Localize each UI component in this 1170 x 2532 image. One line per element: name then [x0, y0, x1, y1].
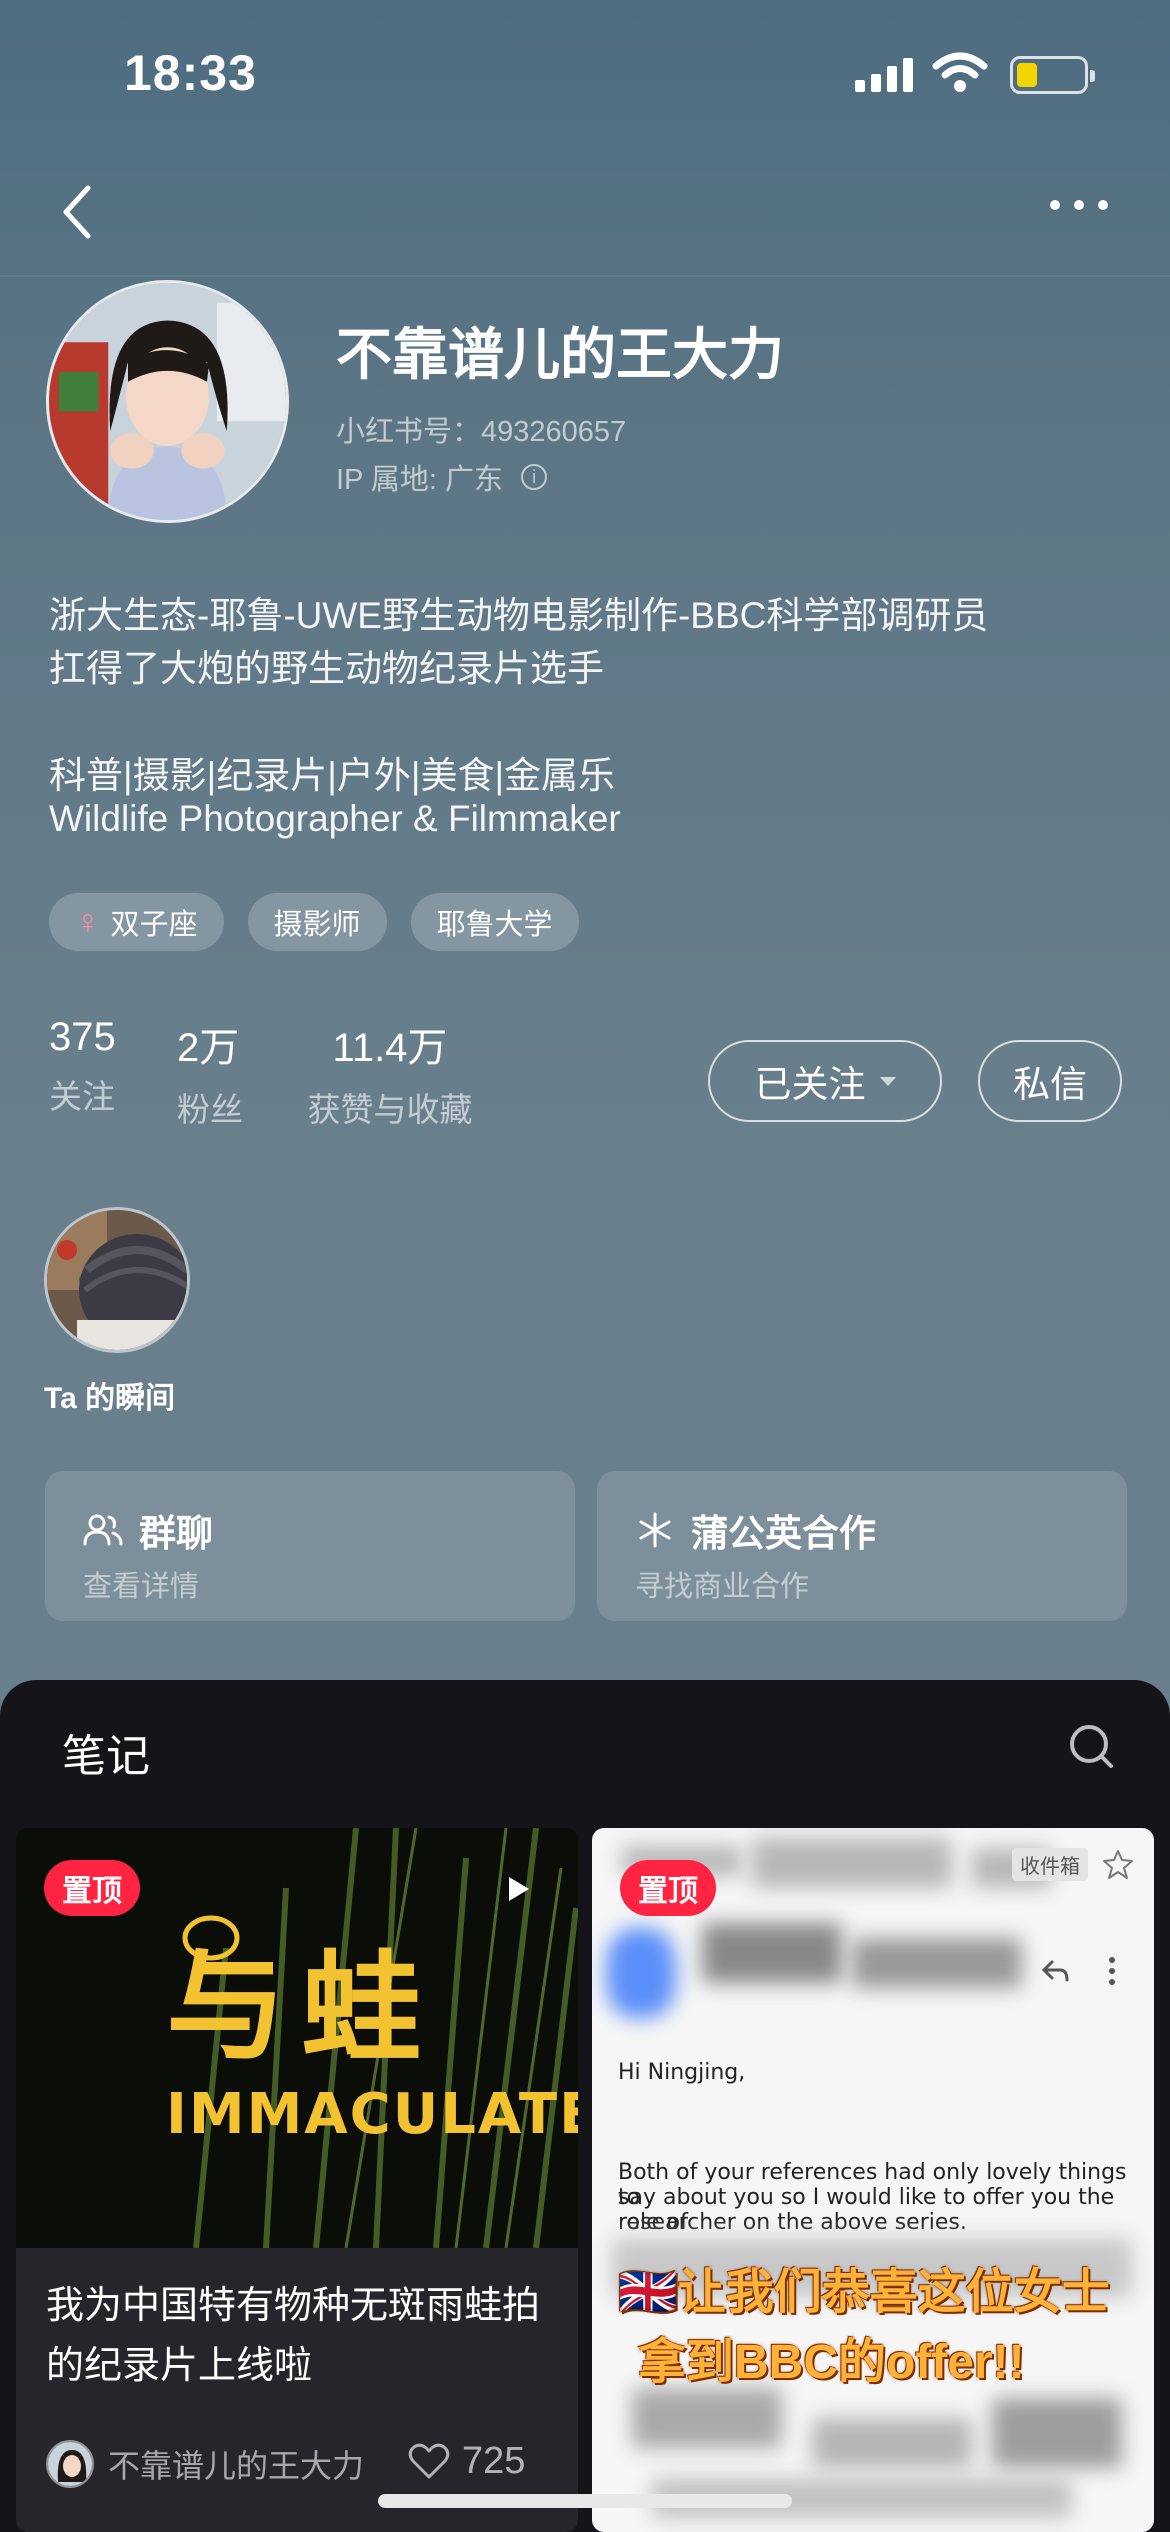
author-name: 不靠谱儿的王大力 [108, 2448, 365, 2484]
like-count-value: 725 [462, 2440, 526, 2482]
svg-text:与: 与 [166, 1938, 286, 2077]
email-body-line: researcher on the above series. [618, 2210, 967, 2235]
moment-thumbnail[interactable] [44, 1207, 190, 1353]
stat-following[interactable]: 375 关注 [49, 1015, 116, 1118]
home-indicator[interactable] [378, 2494, 792, 2508]
card-subtitle: 寻找商业合作 [635, 1571, 810, 1603]
promo-line: 拿到BBC的offer!! [638, 2336, 1025, 2389]
caret-down-icon [879, 1076, 896, 1086]
note-author[interactable]: 不靠谱儿的王大力 [46, 2440, 364, 2488]
following-button[interactable]: 已关注 [708, 1040, 942, 1122]
stat-label: 关注 [49, 1078, 115, 1115]
pinned-badge: 置顶 [44, 1860, 140, 1916]
profile-tags: ♀ 双子座 摄影师 耶鲁大学 [49, 893, 579, 951]
stat-likes-collections[interactable]: 11.4万 获赞与收藏 [300, 1015, 480, 1131]
star-icon [1103, 1850, 1133, 1879]
heart-icon [408, 2443, 450, 2478]
video-play-icon [509, 1877, 529, 1901]
card-subtitle: 查看详情 [83, 1571, 200, 1603]
note-card[interactable]: 收件箱 Hi Ningjing, Both of your references… [592, 1828, 1154, 2532]
red-id: 小红书号：493260657 [336, 416, 627, 448]
card-title: 群聊 [83, 1503, 213, 1557]
note-card[interactable]: 与 蛙 IMMACULATE 置顶 我为中国特有物种无斑雨蛙拍的纪录片上线啦 不… [16, 1828, 578, 2532]
bio-line: 科普|摄影|纪录片|户外|美食|金属乐 [49, 755, 616, 796]
message-button[interactable]: 私信 [978, 1040, 1122, 1122]
tag-label: 双子座 [110, 909, 198, 941]
dandelion-cooperation-card[interactable]: 蒲公英合作 寻找商业合作 [597, 1471, 1127, 1621]
nav-divider [0, 275, 1170, 277]
reply-icon [1041, 1960, 1069, 1982]
stat-label: 获赞与收藏 [307, 1091, 473, 1128]
tag-label: 摄影师 [273, 909, 361, 941]
note-caption: 我为中国特有物种无斑雨蛙拍的纪录片上线啦 [46, 2285, 541, 2387]
author-avatar [46, 2440, 94, 2488]
profile-avatar[interactable] [46, 280, 289, 523]
cellular-signal-icon [855, 58, 913, 92]
profile-name: 不靠谱儿的王大力 [336, 323, 784, 386]
card-title-text: 蒲公英合作 [691, 1513, 876, 1554]
tag-label: 耶鲁大学 [436, 909, 553, 941]
email-more-icon [1109, 1957, 1115, 1985]
ip-location-text: IP 属地: 广东 [336, 464, 504, 496]
tag-zodiac: ♀ 双子座 [49, 893, 224, 951]
promo-line: 🇬🇧让我们恭喜这位女士 [618, 2266, 1110, 2319]
mailbox-tag: 收件箱 [1012, 1848, 1088, 1881]
like-count[interactable]: 725 [408, 2440, 525, 2483]
bio-line: 浙大生态-耶鲁-UWE野生动物电影制作-BBC科学部调研员 [49, 595, 989, 636]
stat-label: 粉丝 [177, 1091, 243, 1128]
more-options-icon[interactable] [1050, 200, 1108, 210]
stat-followers[interactable]: 2万 粉丝 [177, 1015, 243, 1131]
bio-line: 扛得了大炮的野生动物纪录片选手 [49, 648, 604, 689]
dandelion-icon [639, 1512, 671, 1548]
search-icon[interactable] [1068, 1720, 1114, 1774]
stat-value: 375 [49, 1015, 116, 1059]
wifi-icon [932, 52, 988, 92]
battery-icon [1010, 56, 1095, 94]
email-screenshot: 收件箱 Hi Ningjing, Both of your references… [592, 1828, 1154, 2532]
stat-value: 2万 [177, 1026, 240, 1070]
info-icon[interactable]: i [521, 464, 548, 490]
tab-notes[interactable]: 笔记 [62, 1720, 150, 1784]
ip-location: IP 属地: 广东 i [336, 456, 548, 498]
tag-school: 耶鲁大学 [410, 893, 579, 951]
pinned-badge: 置顶 [620, 1860, 716, 1916]
tag-profession: 摄影师 [247, 893, 387, 951]
status-time: 18:33 [124, 45, 257, 101]
female-icon: ♀ [75, 902, 101, 941]
group-icon [83, 1514, 123, 1546]
stat-value: 11.4万 [332, 1026, 448, 1070]
moment-photo [47, 1210, 187, 1350]
back-arrow-icon[interactable] [56, 182, 106, 242]
moments-label[interactable]: Ta 的瞬间 [44, 1373, 175, 1417]
card-title-text: 群聊 [139, 1513, 213, 1554]
cover-title-en: IMMACULATE [166, 2082, 578, 2147]
following-label: 已关注 [754, 1064, 866, 1105]
card-title: 蒲公英合作 [635, 1503, 876, 1557]
group-chat-card[interactable]: 群聊 查看详情 [45, 1471, 575, 1621]
email-greeting: Hi Ningjing, [618, 2060, 746, 2085]
bio-line: Wildlife Photographer & Filmmaker [49, 798, 621, 839]
notes-panel: 笔记 与 蛙 IMMACULATE 置顶 我为中国特有物种无斑雨蛙拍的纪录片上线… [0, 1680, 1170, 2532]
cover-title-cn: 蛙 [301, 1940, 421, 2079]
avatar-photo [49, 283, 286, 520]
